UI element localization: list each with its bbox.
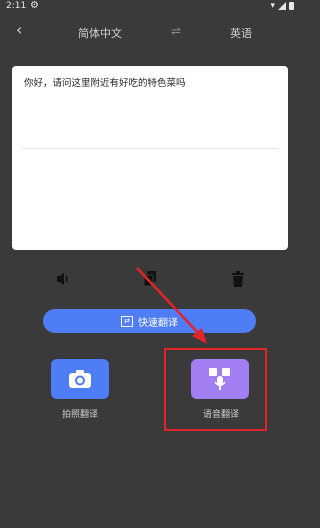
speaker-icon[interactable] bbox=[54, 270, 72, 288]
input-card[interactable]: 你好，请问这里附近有好吃的特色菜吗 bbox=[12, 66, 288, 250]
back-icon[interactable]: ‹ bbox=[16, 20, 22, 39]
quick-translate-icon: ⇄ bbox=[121, 315, 133, 327]
source-language-selector[interactable]: 简体中文 bbox=[78, 25, 122, 41]
wifi-icon: ▾ bbox=[270, 1, 275, 11]
target-language-selector[interactable]: 英语 bbox=[230, 25, 252, 41]
quick-translate-label: 快速翻译 bbox=[138, 317, 178, 329]
highlight-box bbox=[164, 348, 267, 431]
status-indicators: ▾ bbox=[270, 1, 294, 11]
divider bbox=[22, 148, 278, 149]
copy-icon[interactable] bbox=[142, 270, 158, 288]
action-icons bbox=[0, 270, 300, 290]
status-time: 2:11 bbox=[6, 1, 27, 11]
quick-translate-button[interactable]: ⇄ 快速翻译 bbox=[43, 309, 256, 333]
top-bar: ‹ 简体中文 ⇌ 英语 bbox=[0, 20, 300, 44]
camera-icon bbox=[69, 370, 91, 388]
swap-icon[interactable]: ⇌ bbox=[171, 24, 181, 38]
trash-icon[interactable] bbox=[230, 270, 246, 288]
status-bar: 2:11 ⚙ ▾ bbox=[0, 0, 300, 14]
signal-icon bbox=[278, 2, 286, 10]
photo-translate-button[interactable] bbox=[51, 359, 109, 399]
photo-translate-label: 拍照翻译 bbox=[62, 410, 99, 420]
input-text[interactable]: 你好，请问这里附近有好吃的特色菜吗 bbox=[24, 75, 186, 89]
battery-icon bbox=[289, 2, 294, 10]
settings-status-icon: ⚙ bbox=[30, 0, 39, 11]
